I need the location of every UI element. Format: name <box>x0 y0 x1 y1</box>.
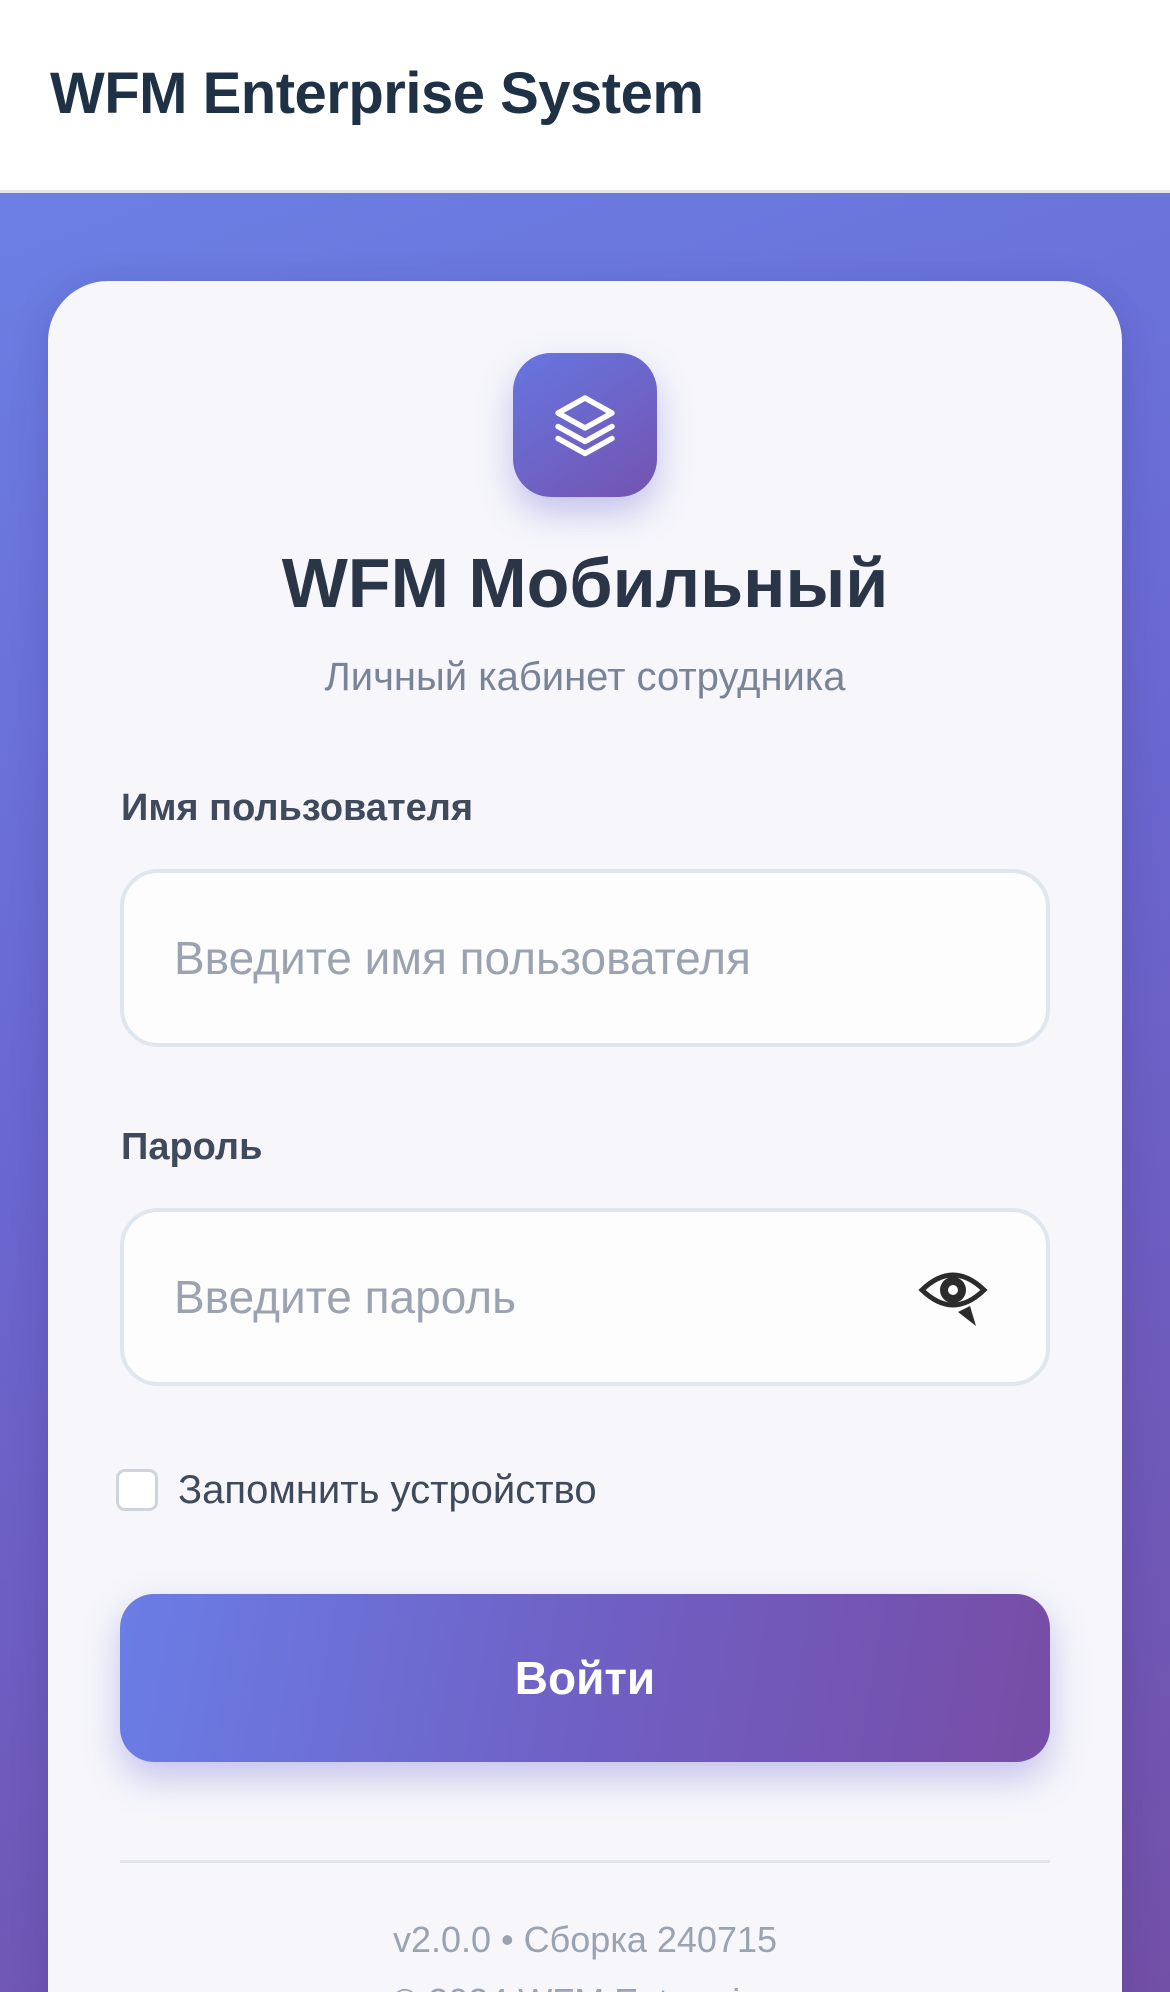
username-field-box <box>120 869 1050 1047</box>
password-label: Пароль <box>121 1126 263 1168</box>
username-input[interactable] <box>174 873 934 1043</box>
app-header: WFM Enterprise System <box>0 0 1170 193</box>
login-button[interactable]: Войти <box>120 1594 1050 1762</box>
username-label: Имя пользователя <box>121 787 474 829</box>
remember-device-checkbox[interactable] <box>116 1469 158 1511</box>
card-subtitle: Личный кабинет сотрудника <box>324 655 846 699</box>
layers-icon <box>513 353 657 497</box>
remember-device-row[interactable]: Запомнить устройство <box>116 1467 597 1513</box>
login-card: WFM Мобильный Личный кабинет сотрудника … <box>48 281 1122 1992</box>
app-title: WFM Enterprise System <box>50 61 704 126</box>
login-button-label: Войти <box>514 1652 656 1704</box>
password-input[interactable] <box>174 1212 934 1382</box>
eye-icon[interactable] <box>918 1262 988 1328</box>
gradient-background: WFM Мобильный Личный кабинет сотрудника … <box>0 193 1170 1992</box>
version-text: v2.0.0 • Сборка 240715 <box>392 1919 778 1960</box>
card-title: WFM Мобильный <box>281 544 889 622</box>
password-field-box <box>120 1208 1050 1386</box>
footer-divider <box>120 1860 1050 1863</box>
remember-device-label: Запомнить устройство <box>178 1467 597 1512</box>
copyright-text: © 2024 WFM Enterprise <box>48 1981 1122 1992</box>
